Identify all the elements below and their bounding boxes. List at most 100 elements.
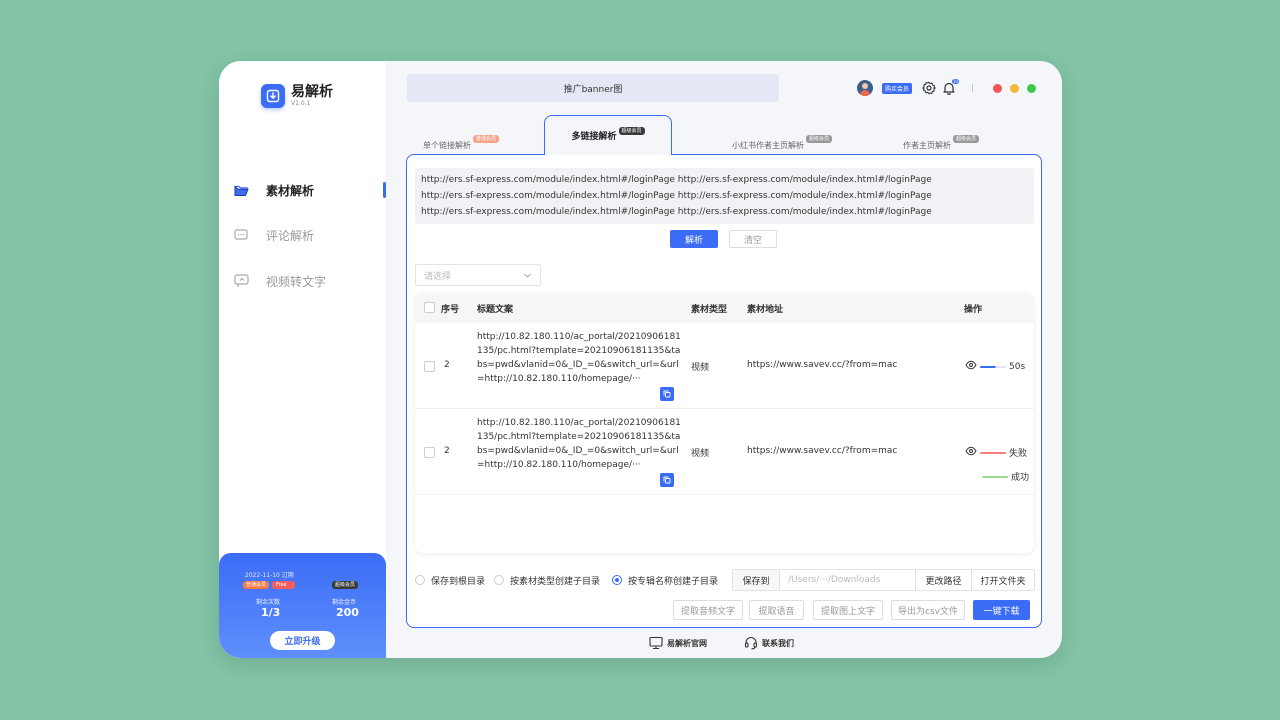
save-path-input[interactable]: /Users/···/Downloads [780, 570, 916, 590]
buy-vip-button[interactable]: 购买会员 [882, 82, 913, 94]
radio-label: 按专辑名称创建子目录 [628, 577, 719, 587]
open-folder-button[interactable]: 打开文件夹 [972, 570, 1034, 590]
col-header-title: 标题文案 [477, 305, 514, 315]
maximize-window-icon[interactable] [1027, 83, 1037, 93]
remaining-coins-label: 剩余金币 [332, 599, 357, 606]
table-row: 2 http://10.82.180.110/ac_portal/2021090… [415, 323, 1034, 409]
radio-by-album[interactable] [612, 575, 622, 585]
headset-icon [744, 636, 758, 650]
row-checkbox[interactable] [424, 447, 435, 458]
tab-badge: 超级会员 [953, 135, 980, 143]
select-placeholder: 请选择 [424, 271, 452, 282]
avatar[interactable] [857, 80, 873, 96]
video-text-icon [233, 273, 249, 289]
table-header: 序号 标题文案 素材类型 素材地址 操作 [415, 293, 1034, 323]
app-name: 易解析 [291, 84, 333, 100]
status-text: 成功 [1011, 473, 1030, 483]
row-index: 2 [444, 360, 450, 370]
sidebar-item-comment-parse[interactable]: 评论解析 [233, 224, 386, 246]
tab-label: 单个链接解析 [423, 141, 471, 150]
minimize-window-icon[interactable] [1010, 83, 1020, 93]
sidebar-item-material-parse[interactable]: 素材解析 [233, 179, 386, 201]
row-title: http://10.82.180.110/ac_portal/202109061… [477, 332, 681, 384]
export-csv-button[interactable]: 导出为csv文件 [891, 600, 965, 620]
select-all-checkbox[interactable] [424, 302, 435, 313]
promo-banner[interactable]: 推广banner图 [407, 74, 779, 102]
folder-open-icon [233, 182, 249, 198]
eye-icon[interactable] [965, 446, 977, 459]
change-path-button[interactable]: 更改路径 [916, 570, 972, 590]
col-header-type: 素材类型 [691, 305, 728, 315]
copy-icon[interactable] [660, 473, 674, 487]
radio-label: 保存到根目录 [431, 577, 486, 587]
sidebar-item-video-to-text[interactable]: 视频转文字 [233, 270, 386, 292]
normal-member-badge: 普通会员 [243, 581, 270, 589]
tab-author-homepage[interactable]: 作者主页解析 超级会员 [903, 135, 980, 151]
tab-label: 作者主页解析 [903, 141, 951, 150]
monitor-icon [649, 636, 663, 650]
super-member-badge: 超级会员 [332, 581, 359, 589]
main-panel: http://ers.sf-express.com/module/index.h… [406, 154, 1042, 628]
download-all-button[interactable]: 一键下载 [973, 600, 1030, 620]
close-window-icon[interactable] [993, 83, 1003, 93]
col-header-index: 序号 [441, 305, 460, 315]
app-version: V1.0.1 [291, 100, 311, 107]
clear-button[interactable]: 清空 [729, 230, 777, 248]
extract-audio-text-button[interactable]: 提取音频文字 [673, 600, 743, 620]
upgrade-button[interactable]: 立即升级 [270, 631, 335, 650]
radio-label: 按素材类型创建子目录 [510, 577, 601, 587]
row-checkbox[interactable] [424, 361, 435, 372]
app-logo: 易解析 V1.0.1 [261, 84, 333, 108]
tab-multi-link[interactable]: 多链接解析 超级会员 [544, 115, 672, 155]
footer-contact-link[interactable]: 联系我们 [744, 636, 794, 650]
status-text: 50s [1009, 361, 1026, 372]
row-status: 失败 [965, 446, 1027, 459]
row-status: 成功 [979, 470, 1029, 483]
extract-voice-button[interactable]: 提取语音 [749, 600, 804, 620]
tab-badge: 普通会员 [473, 135, 500, 143]
extract-image-text-button[interactable]: 提取图上文字 [813, 600, 883, 620]
copy-icon[interactable] [660, 387, 674, 401]
tab-single-link[interactable]: 单个链接解析 普通会员 [423, 135, 500, 151]
top-right-toolbar: 购买会员 10 [857, 79, 1037, 97]
footer-website-label: 易解析官网 [667, 638, 707, 648]
tab-xiaohongshu-author[interactable]: 小红书作者主页解析 超级会员 [732, 135, 833, 151]
remaining-times-label: 剩余次数 [256, 599, 281, 606]
status-text: 失败 [1009, 449, 1028, 459]
tab-badge: 超级会员 [806, 135, 833, 143]
results-table: 序号 标题文案 素材类型 素材地址 操作 2 http://10.82.180.… [415, 293, 1034, 553]
gear-icon[interactable] [922, 81, 936, 95]
comment-icon [233, 227, 249, 243]
eye-icon[interactable] [965, 360, 977, 373]
vip-expire-date: 2022-11-10 过期 [245, 572, 294, 579]
tab-label: 小红书作者主页解析 [732, 141, 804, 150]
url-input[interactable]: http://ers.sf-express.com/module/index.h… [415, 168, 1034, 224]
progress-bar [982, 475, 1008, 478]
radio-by-type[interactable] [494, 575, 504, 585]
notification-count: 10 [952, 79, 960, 84]
row-address: https://www.savev.cc/?from=mac [747, 446, 898, 456]
sidebar: 易解析 V1.0.1 素材解析 评论解析 视频转文字 2022-11-10 过期 [219, 61, 386, 658]
url-line: http://ers.sf-express.com/module/index.h… [421, 175, 932, 185]
url-line: http://ers.sf-express.com/module/index.h… [421, 207, 932, 217]
col-header-actions: 操作 [964, 305, 983, 315]
parse-tabs: 单个链接解析 普通会员 多链接解析 超级会员 小红书作者主页解析 超级会员 作者… [406, 115, 1042, 155]
bell-icon[interactable]: 10 [942, 79, 960, 95]
col-header-address: 素材地址 [747, 305, 784, 315]
row-type: 视频 [691, 363, 710, 373]
save-path-group: 保存到 /Users/···/Downloads 更改路径 打开文件夹 [732, 569, 1035, 591]
row-address: https://www.savev.cc/?from=mac [747, 360, 898, 370]
footer-website-link[interactable]: 易解析官网 [649, 636, 707, 650]
filter-select[interactable]: 请选择 [415, 264, 541, 286]
tab-label: 多链接解析 [571, 132, 617, 142]
parse-button[interactable]: 解析 [670, 230, 718, 248]
sidebar-item-label: 素材解析 [266, 183, 315, 198]
progress-bar [980, 451, 1006, 454]
radio-save-root[interactable] [415, 575, 425, 585]
row-title: http://10.82.180.110/ac_portal/202109061… [477, 418, 681, 470]
url-line: http://ers.sf-express.com/module/index.h… [421, 191, 932, 201]
footer-contact-label: 联系我们 [762, 638, 794, 648]
row-index: 2 [444, 446, 450, 456]
remaining-times-value: 1/3 [261, 606, 281, 619]
save-to-label: 保存到 [733, 570, 780, 590]
